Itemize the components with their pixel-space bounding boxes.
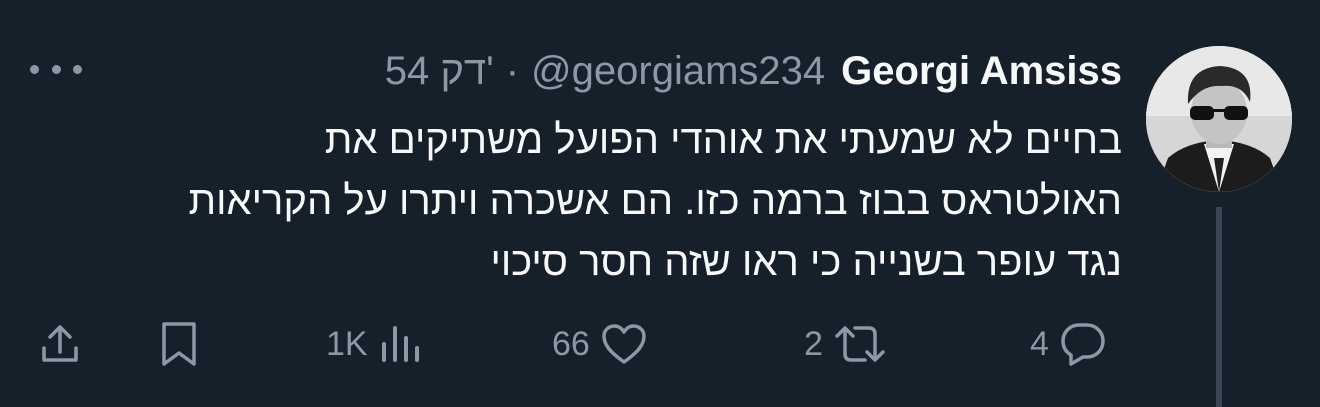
tweet-text-line: בחיים לא שמעתי את אוהדי הפועל משתיקים את (324, 118, 1122, 162)
views-count: 1K (326, 324, 368, 363)
reply-button[interactable]: 4 (1030, 316, 1107, 372)
share-icon (42, 325, 78, 362)
share-button[interactable] (38, 316, 82, 372)
tweet-text: בחיים לא שמעתי את אוהדי הפועל משתיקים את… (32, 110, 1122, 293)
views-button[interactable]: 1K (326, 316, 422, 372)
tweet-timestamp[interactable]: 54 דק' (385, 49, 494, 94)
replies-count: 4 (1030, 324, 1049, 363)
tweet-header: Georgi Amsiss @georgiams234 · 54 דק' (385, 44, 1122, 98)
bar-chart-icon (381, 326, 419, 362)
thread-connector-line (1216, 207, 1222, 407)
bookmark-button[interactable] (158, 316, 200, 372)
avatar[interactable] (1146, 46, 1292, 192)
more-horizontal-icon (30, 64, 39, 74)
retweets-count: 2 (804, 324, 823, 363)
tweet-text-line: נגד עופר בשנייה כי ראו שזה חסר סיכוי (490, 240, 1122, 284)
likes-count: 66 (552, 324, 590, 363)
reply-bubble-icon (1061, 323, 1105, 366)
like-button[interactable]: 66 (552, 316, 648, 372)
author-handle[interactable]: @georgiams234 (531, 49, 825, 94)
author-name[interactable]: Georgi Amsiss (841, 49, 1122, 94)
tweet-text-line: האולטראס בבוז ברמה כזו. הם אשכרה ויתרו ע… (188, 179, 1122, 223)
bookmark-icon (162, 322, 196, 366)
separator-dot: · (505, 48, 520, 93)
avatar-photo-icon (1146, 46, 1292, 192)
retweet-button[interactable]: 2 (804, 316, 887, 372)
heart-icon (602, 324, 646, 364)
more-options-button[interactable] (30, 56, 82, 82)
retweet-icon (835, 326, 885, 362)
